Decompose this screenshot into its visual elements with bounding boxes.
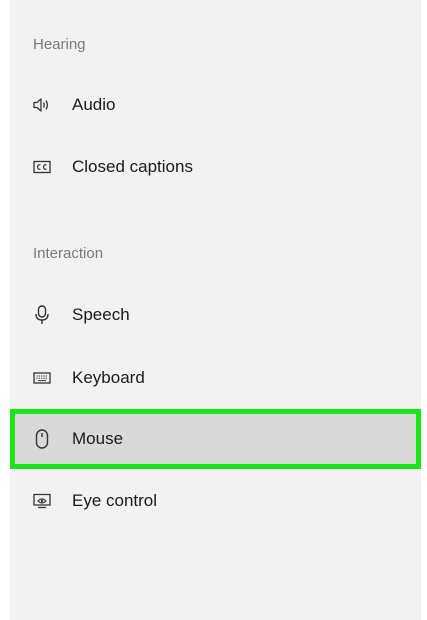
section-header-hearing: Hearing [33, 36, 86, 53]
nav-item-closed-captions[interactable]: Closed captions [10, 139, 421, 195]
nav-item-keyboard[interactable]: Keyboard [10, 350, 421, 406]
nav-item-label: Audio [72, 95, 116, 114]
nav-item-label: Mouse [72, 429, 124, 448]
nav-item-mouse[interactable]: Mouse [10, 409, 421, 469]
section-header-interaction: Interaction [33, 245, 104, 262]
nav-item-label: Speech [72, 305, 130, 324]
settings-nav-panel: Hearing Audio Closed captions Interactio… [0, 0, 427, 620]
nav-item-speech[interactable]: Speech [10, 287, 421, 343]
microphone-icon [33, 305, 51, 324]
nav-item-label: Keyboard [72, 368, 145, 387]
speaker-icon [33, 96, 51, 114]
eye-control-icon [33, 492, 51, 510]
right-margin [421, 0, 427, 620]
keyboard-icon [33, 369, 51, 387]
nav-item-label: Closed captions [72, 157, 193, 176]
nav-item-audio[interactable]: Audio [10, 77, 421, 133]
nav-item-label: Eye control [72, 491, 158, 510]
mouse-icon [33, 429, 51, 449]
left-margin [0, 0, 10, 620]
nav-item-eye-control[interactable]: Eye control [10, 473, 421, 529]
closed-captions-icon [33, 158, 51, 176]
